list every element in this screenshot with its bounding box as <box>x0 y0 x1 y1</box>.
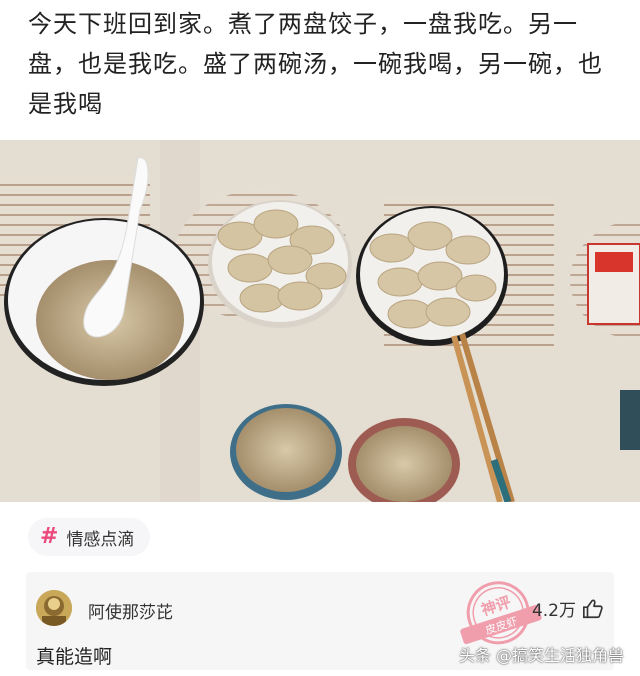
topic-tag[interactable]: # 情感点滴 <box>28 518 151 556</box>
like-count: 4.2万 <box>531 601 576 621</box>
comment-text: 真能造啊 <box>36 646 113 668</box>
watermark: 头条 @搞笑生活独角兽 <box>458 646 624 665</box>
hash-icon: # <box>40 524 59 549</box>
like-button[interactable]: 4.2万 <box>532 596 604 621</box>
thumbs-up-icon <box>583 599 603 618</box>
topic-tag-label: 情感点滴 <box>66 529 135 550</box>
comment-username[interactable]: 阿使那莎芘 <box>88 598 173 623</box>
post-text: 今天下班回到家。煮了两盘饺子，一盘我吃。另一盘，也是我吃。盛了两碗汤，一碗我喝，… <box>28 10 603 118</box>
post-photo[interactable] <box>0 140 640 502</box>
avatar[interactable] <box>36 590 72 626</box>
